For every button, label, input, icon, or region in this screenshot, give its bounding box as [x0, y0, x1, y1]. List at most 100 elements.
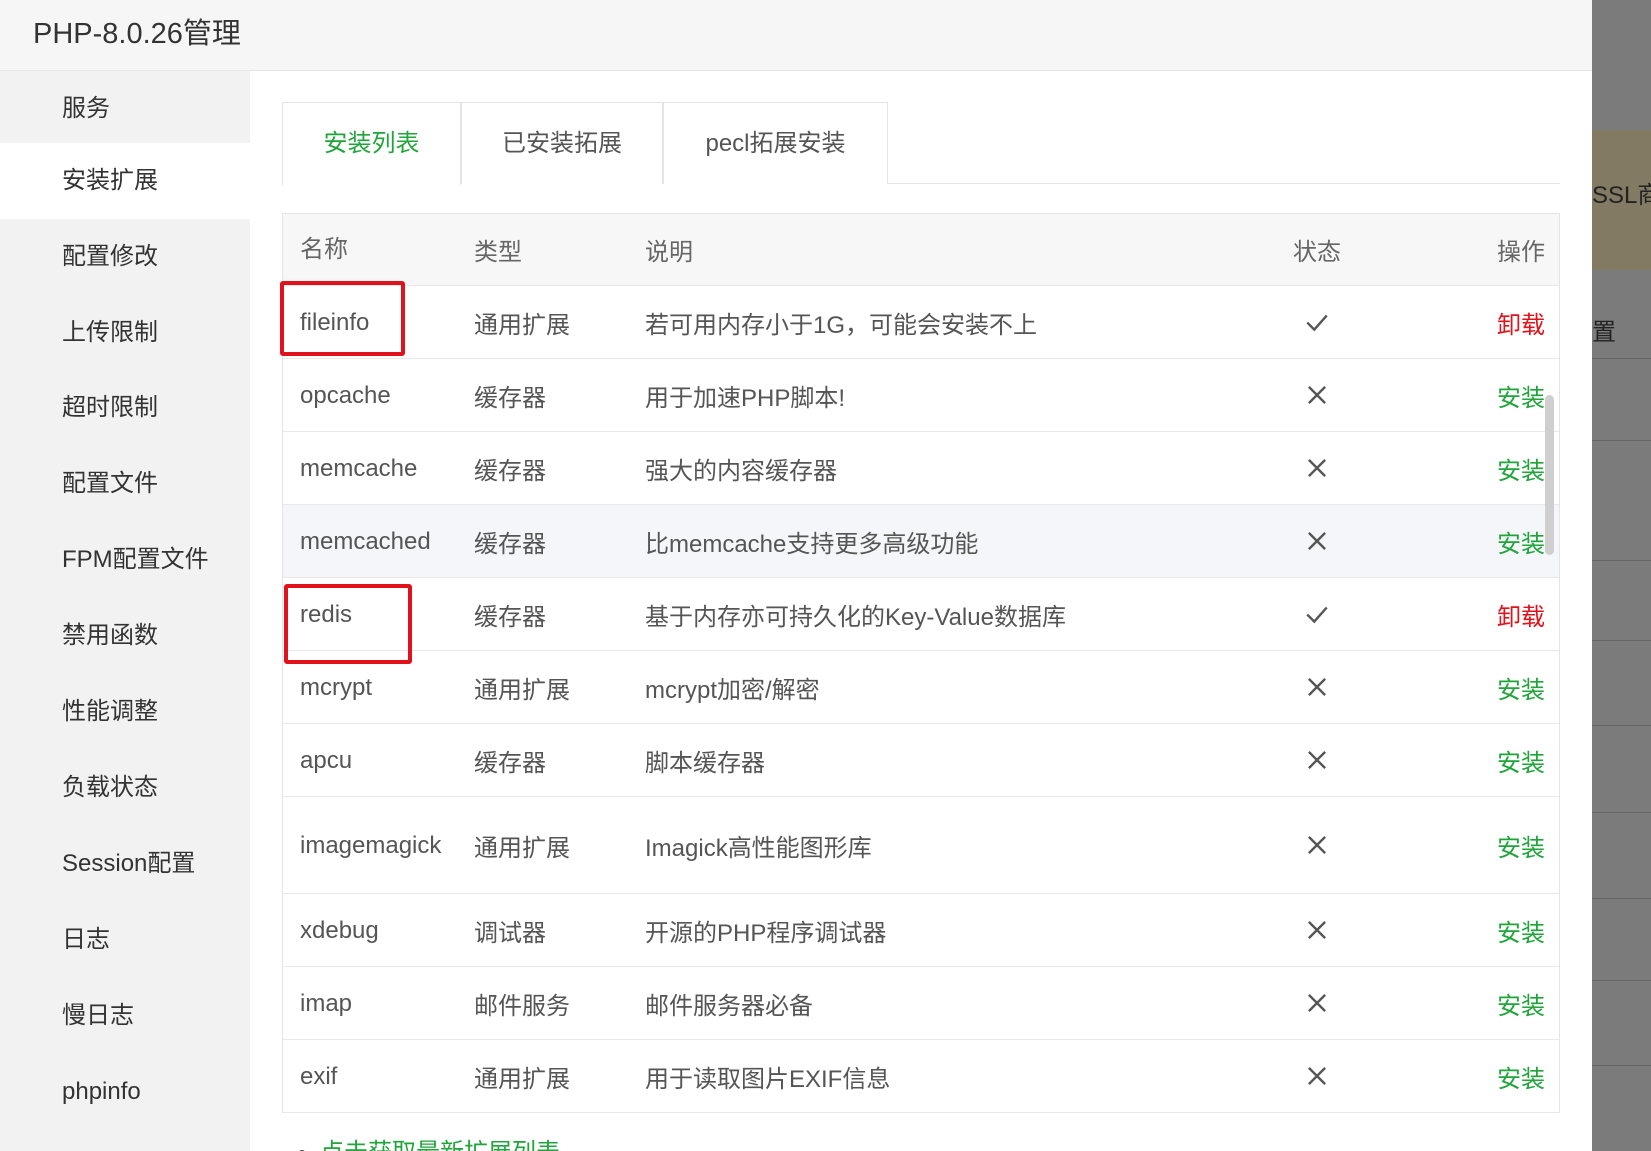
cross-icon	[1308, 678, 1326, 696]
check-icon	[1306, 606, 1328, 624]
extension-name: memcache	[300, 454, 418, 482]
install-button: 安装	[1443, 359, 1545, 431]
extension-status	[1287, 651, 1347, 723]
table-row: opcache 缓存器 用于加速PHP脚本! 安装	[283, 359, 1559, 432]
sidebar-item-log[interactable]: 日志	[0, 902, 250, 978]
sidebar-item-phpinfo[interactable]: phpinfo	[0, 1054, 250, 1130]
extension-type: 通用扩展	[474, 676, 570, 704]
dialog-title: PHP-8.0.26管理	[33, 18, 241, 50]
extension-description: 若可用内存小于1G，可能会安装不上	[645, 311, 1038, 339]
background-page: SSL商 置	[1592, 0, 1651, 1151]
install-button: 安装	[1443, 894, 1545, 966]
sidebar-item-config-edit[interactable]: 配置修改	[0, 219, 250, 295]
uninstall-button: 卸载	[1443, 286, 1545, 358]
cross-icon	[1308, 836, 1326, 854]
extension-description: 用于读取图片EXIF信息	[645, 1065, 891, 1093]
table-row: imagemagick 通用扩展 Imagick高性能图形库 安装	[283, 797, 1559, 894]
sidebar: 服务 安装扩展 配置修改 上传限制 超时限制 配置文件 FPM配置文件 禁用函数…	[0, 71, 250, 1151]
cross-icon	[1308, 994, 1326, 1012]
install-link[interactable]: 安装	[1497, 1059, 1545, 1094]
install-link[interactable]: 安装	[1497, 828, 1545, 863]
extension-description: 用于加速PHP脚本!	[645, 384, 846, 412]
extension-status	[1287, 797, 1347, 893]
background-divider	[1592, 640, 1651, 641]
header-status: 状态	[1293, 239, 1341, 266]
cross-icon	[1308, 386, 1326, 404]
uninstall-link[interactable]: 卸载	[1497, 305, 1545, 340]
extension-description: 强大的内容缓存器	[645, 457, 837, 485]
header-description: 说明	[645, 239, 693, 266]
extension-status	[1287, 894, 1347, 966]
table-row: imap 邮件服务 邮件服务器必备 安装	[283, 967, 1559, 1040]
extension-status	[1287, 359, 1347, 431]
install-link[interactable]: 安装	[1497, 451, 1545, 486]
extension-type: 通用扩展	[474, 311, 570, 339]
extension-type: 缓存器	[474, 384, 546, 412]
extension-description: mcrypt加密/解密	[645, 676, 820, 704]
tab-installed-extensions[interactable]: 已安装拓展	[461, 102, 663, 184]
table-row: fileinfo 通用扩展 若可用内存小于1G，可能会安装不上 卸载	[283, 286, 1559, 359]
sidebar-item-timeout-limit[interactable]: 超时限制	[0, 370, 250, 446]
table-row: memcache 缓存器 强大的内容缓存器 安装	[283, 432, 1559, 505]
extension-status	[1287, 432, 1347, 504]
sidebar-item-session-config[interactable]: Session配置	[0, 826, 250, 902]
install-link[interactable]: 安装	[1497, 986, 1545, 1021]
install-button: 安装	[1443, 505, 1545, 577]
install-link[interactable]: 安装	[1497, 913, 1545, 948]
extension-status	[1287, 505, 1347, 577]
table-row: redis 缓存器 基于内存亦可持久化的Key-Value数据库 卸载	[283, 578, 1559, 651]
sidebar-item-performance[interactable]: 性能调整	[0, 674, 250, 750]
extension-type: 缓存器	[474, 749, 546, 777]
extension-type: 缓存器	[474, 603, 546, 631]
extension-description: 比memcache支持更多高级功能	[645, 530, 979, 558]
background-divider	[1592, 358, 1651, 359]
highlight-box-redis	[284, 584, 412, 664]
tab-pecl-install[interactable]: pecl拓展安装	[663, 102, 888, 184]
background-text-setting: 置	[1592, 319, 1616, 346]
check-icon	[1306, 314, 1328, 332]
install-button: 安装	[1443, 967, 1545, 1039]
background-divider	[1592, 560, 1651, 561]
header-operation: 操作	[1497, 239, 1545, 266]
sidebar-item-install-extension[interactable]: 安装扩展	[0, 143, 250, 219]
extension-name: opcache	[300, 381, 391, 409]
uninstall-button: 卸载	[1443, 578, 1545, 650]
uninstall-link[interactable]: 卸载	[1497, 597, 1545, 632]
sidebar-item-fpm-config[interactable]: FPM配置文件	[0, 522, 250, 598]
sidebar-item-upload-limit[interactable]: 上传限制	[0, 295, 250, 371]
sidebar-item-service[interactable]: 服务	[0, 71, 250, 147]
extension-type: 通用扩展	[474, 1065, 570, 1093]
extension-name: imagemagick	[300, 831, 442, 859]
extension-name: apcu	[300, 746, 353, 774]
table-row: mcrypt 通用扩展 mcrypt加密/解密 安装	[283, 651, 1559, 724]
extension-type: 缓存器	[474, 530, 546, 558]
table-row: xdebug 调试器 开源的PHP程序调试器 安装	[283, 894, 1559, 967]
refresh-extension-list-link[interactable]: 点击获取最新扩展列表	[298, 1132, 560, 1151]
extension-description: Imagick高性能图形库	[645, 834, 872, 862]
install-button: 安装	[1443, 797, 1545, 893]
header-type: 类型	[474, 239, 522, 266]
tab-install-list[interactable]: 安装列表	[282, 102, 461, 185]
extension-status	[1287, 967, 1347, 1039]
install-link[interactable]: 安装	[1497, 743, 1545, 778]
extension-type: 缓存器	[474, 457, 546, 485]
extension-name: exif	[300, 1062, 338, 1090]
background-divider	[1592, 898, 1651, 899]
table-scrollbar[interactable]	[1545, 395, 1554, 555]
install-link[interactable]: 安装	[1497, 378, 1545, 413]
install-button: 安装	[1443, 724, 1545, 796]
sidebar-item-disabled-functions[interactable]: 禁用函数	[0, 598, 250, 674]
background-divider	[1592, 440, 1651, 441]
cross-icon	[1308, 459, 1326, 477]
sidebar-item-load-status[interactable]: 负载状态	[0, 750, 250, 826]
extension-name: memcached	[300, 527, 431, 555]
install-link[interactable]: 安装	[1497, 524, 1545, 559]
sidebar-item-config-file[interactable]: 配置文件	[0, 446, 250, 522]
tab-bar: 安装列表 已安装拓展 pecl拓展安装	[282, 102, 1560, 185]
table-header-row: 名称 类型 说明 状态 操作	[283, 214, 1559, 286]
install-link[interactable]: 安装	[1497, 670, 1545, 705]
table-row: exif 通用扩展 用于读取图片EXIF信息 安装	[283, 1040, 1559, 1113]
sidebar-item-slow-log[interactable]: 慢日志	[0, 978, 250, 1054]
background-divider	[1592, 1065, 1651, 1066]
cross-icon	[1308, 921, 1326, 939]
